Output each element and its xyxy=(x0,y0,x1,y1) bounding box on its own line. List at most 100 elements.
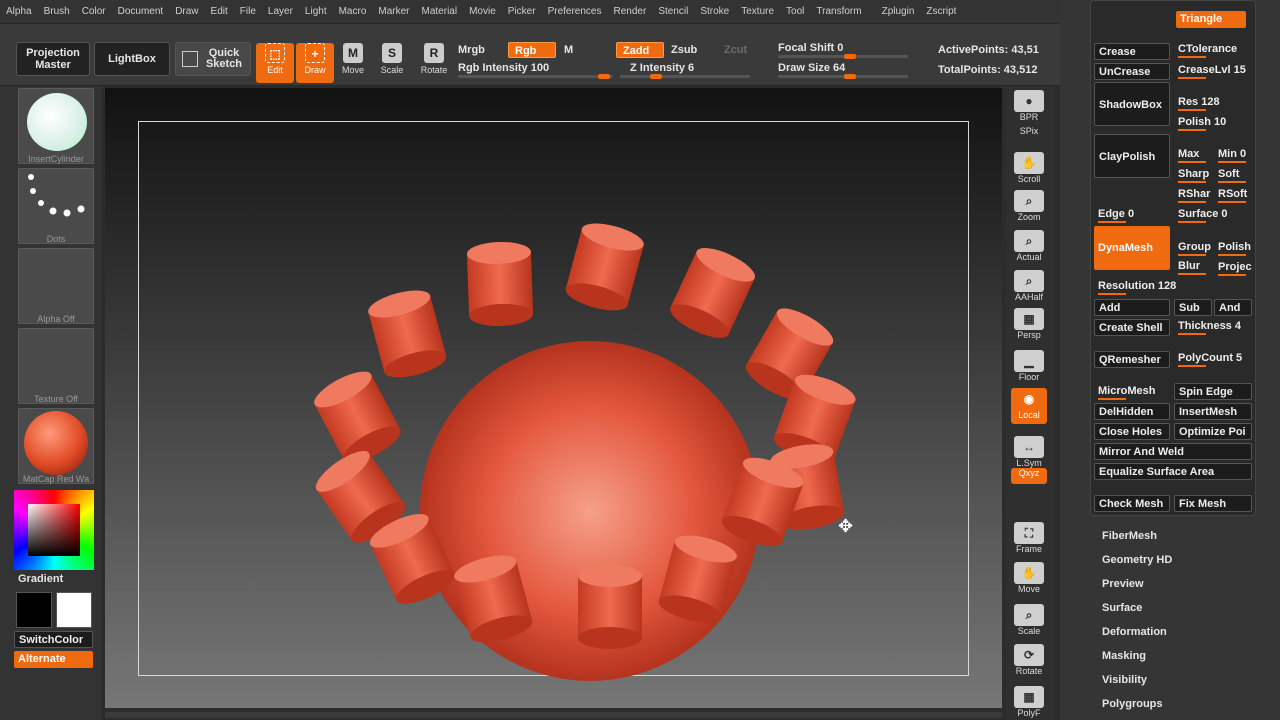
draw-button[interactable]: + Draw xyxy=(296,43,334,83)
gradient-label[interactable]: Gradient xyxy=(18,573,63,585)
menu-movie[interactable]: Movie xyxy=(463,6,502,17)
geometry-spin-edge-button[interactable]: Spin Edge xyxy=(1174,383,1252,400)
shelf-polyf-button[interactable]: ▦ PolyF xyxy=(1011,686,1047,720)
menu-alpha[interactable]: Alpha xyxy=(0,6,38,17)
shelf-local-button[interactable]: ◉ Local xyxy=(1011,388,1047,424)
draw-size-slider[interactable]: Draw Size 64 xyxy=(778,62,845,74)
geometry-group-button[interactable]: Group xyxy=(1174,239,1212,256)
shelf-persp-button[interactable]: ▦ Persp xyxy=(1011,308,1047,344)
menu-texture[interactable]: Texture xyxy=(735,6,780,17)
geometry-optimize-button[interactable]: Optimize Poi xyxy=(1174,423,1252,440)
shelf-floor-button[interactable]: ▁ Floor xyxy=(1011,350,1047,386)
geometry-triangle-button[interactable]: Triangle xyxy=(1176,11,1246,28)
quick-sketch-button[interactable]: Quick Sketch xyxy=(175,42,251,76)
menu-brush[interactable]: Brush xyxy=(38,6,76,17)
geometry-create-shell-button[interactable]: Create Shell xyxy=(1094,319,1170,336)
subpalette-surface[interactable]: Surface xyxy=(1102,602,1142,614)
geometry-delhidden-button[interactable]: DelHidden xyxy=(1094,403,1170,420)
rotate-button[interactable]: R Rotate xyxy=(415,43,453,83)
geometry-resolution-button[interactable]: Resolution 128 xyxy=(1094,278,1252,295)
zcut-toggle[interactable]: Zcut xyxy=(724,44,747,56)
menu-layer[interactable]: Layer xyxy=(262,6,299,17)
main-color-swatch[interactable] xyxy=(56,592,92,628)
alternate-button[interactable]: Alternate xyxy=(14,651,93,668)
geometry-crease-button[interactable]: Crease xyxy=(1094,43,1170,60)
geometry-add-button[interactable]: Add xyxy=(1094,299,1170,316)
shelf-move-button[interactable]: ✋ Move xyxy=(1011,562,1047,598)
geometry-qremesher-button[interactable]: QRemesher xyxy=(1094,351,1170,368)
geometry-polish-button[interactable]: Polish 10 xyxy=(1174,114,1252,131)
zsub-toggle[interactable]: Zsub xyxy=(671,44,697,56)
geometry-ctolerance-button[interactable]: CTolerance xyxy=(1174,41,1252,58)
color-picker[interactable] xyxy=(14,490,94,570)
rgb-intensity-track[interactable] xyxy=(458,74,613,79)
projection-master-button[interactable]: Projection Master xyxy=(16,42,90,76)
shelf-rotate-button[interactable]: ⟳ Rotate xyxy=(1011,644,1047,680)
geometry-res-button[interactable]: Res 128 xyxy=(1174,94,1252,111)
geometry-edge-button[interactable]: Edge 0 xyxy=(1094,206,1170,223)
mrgb-toggle[interactable]: Mrgb xyxy=(458,44,485,56)
edit-button[interactable]: ⬚ Edit xyxy=(256,43,294,83)
menu-macro[interactable]: Macro xyxy=(333,6,373,17)
menu-preferences[interactable]: Preferences xyxy=(542,6,608,17)
subpalette-visibility[interactable]: Visibility xyxy=(1102,674,1147,686)
menu-render[interactable]: Render xyxy=(608,6,653,17)
geometry-fix-mesh-button[interactable]: Fix Mesh xyxy=(1174,495,1252,512)
shelf-bpr-button[interactable]: ● BPR xyxy=(1011,90,1047,126)
focal-shift-track[interactable] xyxy=(778,54,908,59)
menu-draw[interactable]: Draw xyxy=(169,6,204,17)
m-toggle[interactable]: M xyxy=(564,44,573,56)
shelf-scale-button[interactable]: ⌕ Scale xyxy=(1011,604,1047,640)
subpalette-polygroups[interactable]: Polygroups xyxy=(1102,698,1163,710)
shelf-actual-button[interactable]: ⌕ Actual xyxy=(1011,230,1047,266)
stroke-thumbnail[interactable]: Dots xyxy=(18,168,94,244)
geometry-max-button[interactable]: Max xyxy=(1174,146,1212,163)
switch-color-button[interactable]: SwitchColor xyxy=(14,631,93,648)
geometry-project-button[interactable]: Projec xyxy=(1214,259,1252,276)
geometry-close-holes-button[interactable]: Close Holes xyxy=(1094,423,1170,440)
menu-picker[interactable]: Picker xyxy=(502,6,542,17)
material-thumbnail[interactable]: MatCap Red Wa xyxy=(18,408,94,484)
menu-edit[interactable]: Edit xyxy=(205,6,234,17)
geometry-blur-button[interactable]: Blur xyxy=(1174,258,1212,275)
geometry-check-mesh-button[interactable]: Check Mesh xyxy=(1094,495,1170,512)
geometry-claypolish-button[interactable]: ClayPolish xyxy=(1094,134,1170,178)
geometry-sub-button[interactable]: Sub xyxy=(1174,299,1212,316)
shelf-aahalf-button[interactable]: ⌕ AAHalf xyxy=(1011,270,1047,306)
shelf-scroll-button[interactable]: ✋ Scroll xyxy=(1011,152,1047,188)
rgb-intensity-slider[interactable]: Rgb Intensity 100 xyxy=(458,62,549,74)
brush-thumbnail[interactable]: InsertCylinder xyxy=(18,88,94,164)
menu-light[interactable]: Light xyxy=(299,6,333,17)
subpalette-geometry-hd[interactable]: Geometry HD xyxy=(1102,554,1172,566)
geometry-shadowbox-button[interactable]: ShadowBox xyxy=(1094,82,1170,126)
shelf-frame-button[interactable]: ⛶ Frame xyxy=(1011,522,1047,558)
geometry-creaselvl-button[interactable]: CreaseLvl 15 xyxy=(1174,62,1252,79)
menu-zplugin[interactable]: Zplugin xyxy=(868,6,921,17)
geometry-polycount-button[interactable]: PolyCount 5 xyxy=(1174,350,1252,367)
z-intensity-slider[interactable]: Z Intensity 6 xyxy=(630,62,694,74)
geometry-polish2-button[interactable]: Polish xyxy=(1214,239,1252,256)
canvas-scrollbar[interactable] xyxy=(105,712,1002,718)
geometry-micromesh-button[interactable]: MicroMesh xyxy=(1094,383,1170,400)
shelf-zoom-button[interactable]: ⌕ Zoom xyxy=(1011,190,1047,226)
lightbox-button[interactable]: LightBox xyxy=(94,42,170,76)
subpalette-fibermesh[interactable]: FiberMesh xyxy=(1102,530,1157,542)
menu-marker[interactable]: Marker xyxy=(372,6,415,17)
menu-color[interactable]: Color xyxy=(76,6,112,17)
geometry-equalize-button[interactable]: Equalize Surface Area xyxy=(1094,463,1252,480)
shelf-qxyz-button[interactable]: Qxyz xyxy=(1011,468,1047,484)
z-intensity-track[interactable] xyxy=(620,74,750,79)
alpha-thumbnail[interactable]: Alpha Off xyxy=(18,248,94,324)
geometry-surface-button[interactable]: Surface 0 xyxy=(1174,206,1252,223)
geometry-sharp-button[interactable]: Sharp xyxy=(1174,166,1212,183)
secondary-color-swatch[interactable] xyxy=(16,592,52,628)
geometry-rsoft-button[interactable]: RSoft xyxy=(1214,186,1252,203)
zadd-toggle[interactable]: Zadd xyxy=(616,42,664,58)
color-square[interactable] xyxy=(28,504,80,556)
geometry-uncrease-button[interactable]: UnCrease xyxy=(1094,63,1170,80)
geometry-thickness-button[interactable]: Thickness 4 xyxy=(1174,318,1252,335)
focal-shift-slider[interactable]: Focal Shift 0 xyxy=(778,42,843,54)
geometry-min-button[interactable]: Min 0 xyxy=(1214,146,1252,163)
geometry-rsharp-button[interactable]: RShar xyxy=(1174,186,1212,203)
menu-material[interactable]: Material xyxy=(416,6,464,17)
